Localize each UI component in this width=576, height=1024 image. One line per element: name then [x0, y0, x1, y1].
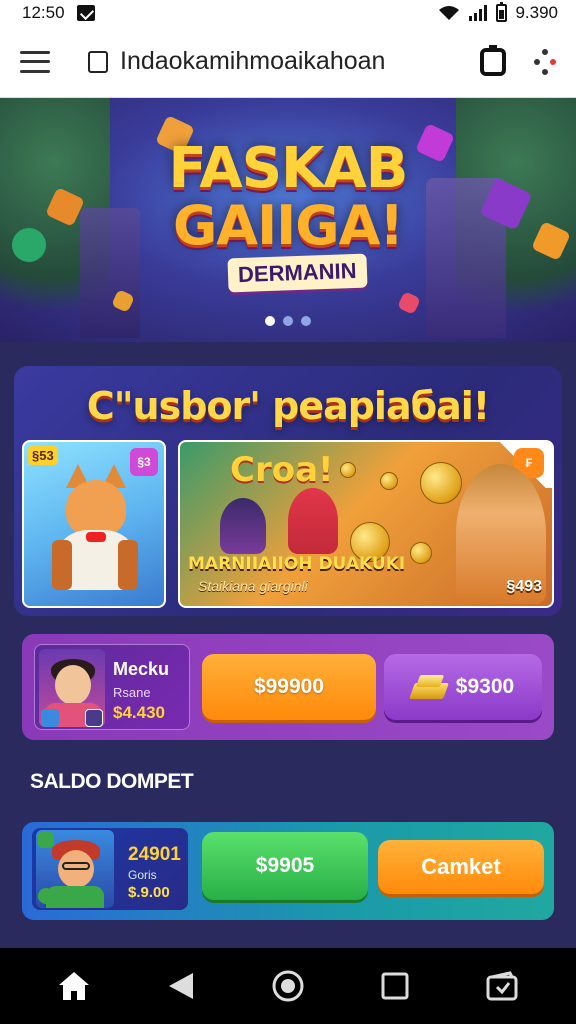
- coin-icon: [410, 542, 432, 564]
- promo-title: C"usbor' peapiaбai!: [86, 384, 490, 428]
- character-girl: [220, 498, 266, 554]
- status-right: 9.390: [438, 2, 558, 23]
- carousel-dots: [0, 316, 576, 326]
- shield-badge-icon: [85, 709, 103, 727]
- coin-icon: [340, 462, 356, 478]
- hero-title-line1: FASKAB: [168, 136, 409, 201]
- profile-name: Mecku: [113, 659, 170, 679]
- carousel-dot-active[interactable]: [265, 316, 275, 326]
- wallet-row: 24901 Goris $.9.00 $9905 Camket: [22, 822, 554, 920]
- game-badge: §53: [28, 446, 58, 465]
- profile-amount: $4.430: [113, 703, 165, 722]
- gold-bar-icon: [412, 675, 448, 699]
- reward-button-purple[interactable]: $9300: [384, 654, 542, 720]
- carousel-dot[interactable]: [283, 316, 293, 326]
- coin-icon: [380, 472, 398, 490]
- back-icon[interactable]: [159, 964, 203, 1008]
- wallet-button-orange[interactable]: Camket: [378, 840, 544, 894]
- wallet-section-title: SALDO DOMPET: [30, 770, 194, 793]
- level-badge-icon: [38, 832, 54, 848]
- status-time: 12:50: [22, 3, 65, 22]
- recents-icon[interactable]: [373, 964, 417, 1008]
- reward-row: Mecku Rsane $4.430 $99900 $9300: [22, 634, 554, 740]
- game-name: MARNIIAIIOH DUAKUKI: [188, 554, 406, 574]
- carousel-dot[interactable]: [301, 316, 311, 326]
- game-corner-badge: §3: [130, 448, 158, 476]
- wallet-label: Goris: [128, 868, 157, 882]
- gem-icon: [397, 291, 421, 315]
- hero-banner[interactable]: FASKAB GAIIGA! DERMANIN: [0, 98, 576, 342]
- menu-icon[interactable]: [20, 50, 50, 73]
- signal-icon: [469, 5, 488, 21]
- star-badge-icon: [38, 888, 54, 904]
- wallet-icon[interactable]: [480, 964, 524, 1008]
- game-amount: §493: [506, 578, 542, 595]
- bottom-nav: [0, 948, 576, 1024]
- wallet-sub-amount: $.9.00: [128, 884, 170, 901]
- wifi-icon: [439, 6, 460, 20]
- status-left: 12:50: [22, 3, 95, 23]
- wallet-amount: 24901: [128, 844, 181, 865]
- coin-icon: [420, 462, 462, 504]
- app-bar: Indaokamihmoaikahoan: [0, 26, 576, 98]
- home-icon[interactable]: [52, 964, 96, 1008]
- notification-icon: [76, 5, 95, 21]
- status-bar: 12:50 9.390: [0, 0, 576, 26]
- profile-label: Rsane: [113, 685, 151, 700]
- circle-home-icon[interactable]: [266, 964, 310, 1008]
- url-bar[interactable]: Indaokamihmoaikahoan: [88, 47, 464, 76]
- wallet-profile-card[interactable]: 24901 Goris $.9.00: [32, 828, 188, 910]
- url-text: Indaokamihmoaikahoan: [120, 47, 386, 75]
- reward-profile-card[interactable]: Mecku Rsane $4.430: [34, 644, 190, 730]
- character-boy: [288, 488, 338, 554]
- wallet-button-green[interactable]: $9905: [202, 832, 368, 900]
- game-subtitle: Staikiana giarginli: [198, 578, 308, 594]
- page-icon: [88, 50, 108, 73]
- battery-text: 9.390: [515, 3, 558, 22]
- battery-icon: [496, 2, 508, 22]
- hero-subtitle: DERMANIN: [227, 253, 368, 293]
- tab-icon[interactable]: [480, 44, 506, 76]
- hero-title-line2: GAIIGA!: [172, 194, 404, 257]
- reward-button-purple-label: $9300: [455, 675, 515, 698]
- promo-section: C"usbor' peapiaбai! §53 §3 ₣ Croa! MARNI…: [14, 366, 562, 616]
- game-card-fox[interactable]: §53 §3: [22, 440, 166, 608]
- level-badge-icon: [41, 709, 59, 727]
- reward-button-orange[interactable]: $99900: [202, 654, 376, 720]
- fox-character: [52, 464, 138, 590]
- game-title: Croa!: [230, 450, 334, 490]
- more-icon[interactable]: [534, 48, 556, 75]
- game-card-feature[interactable]: ₣ Croa! MARNIIAIIOH DUAKUKI Staikiana gi…: [178, 440, 554, 608]
